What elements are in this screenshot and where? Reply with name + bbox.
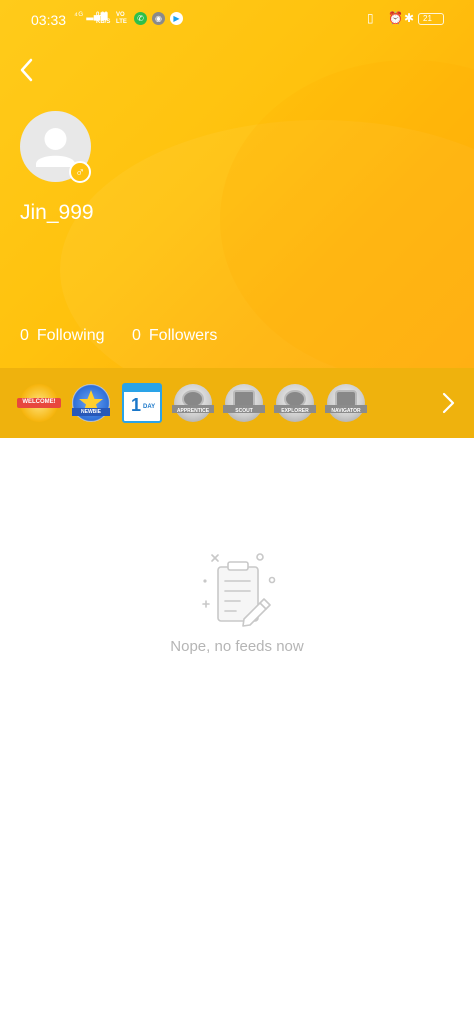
network-speed: 0.00 KB/S xyxy=(96,12,110,26)
bluetooth-icon: ✱ xyxy=(404,11,415,25)
alarm-icon: ⏰ xyxy=(388,11,403,25)
status-bar: 03:33 ⁴ᴳ ▂▄▆ 0.00 KB/S VO LTE ✆ ◉ ▶ ▯ ⏰ … xyxy=(0,0,474,38)
followers-stat[interactable]: 0 Followers xyxy=(132,327,217,345)
badge-label: NAVIGATOR xyxy=(331,408,361,414)
network-speed-value: 0.00 xyxy=(96,12,108,18)
male-gender-icon: ♂ xyxy=(69,161,91,183)
badge-label: NEWBIE xyxy=(81,409,101,415)
whatsapp-icon: ✆ xyxy=(134,12,147,25)
day-label: DAY xyxy=(143,404,156,410)
newbie-badge-icon[interactable]: NEWBIE xyxy=(72,384,110,422)
badges-bar[interactable]: WELCOME! NEWBIE 1 DAY APPRENTICE SCOUT E… xyxy=(0,368,474,438)
battery-icon: 21 xyxy=(418,13,444,25)
empty-clipboard-icon xyxy=(202,553,276,627)
chevron-right-icon[interactable] xyxy=(439,391,457,415)
profile-header xyxy=(0,0,474,368)
username: Jin_999 xyxy=(20,201,94,224)
badge-label: EXPLORER xyxy=(281,408,309,414)
empty-feed-message: Nope, no feeds now xyxy=(170,638,304,655)
app-notification-icon: ◉ xyxy=(152,12,165,25)
back-icon[interactable] xyxy=(14,56,42,84)
following-count: 0 xyxy=(20,327,29,344)
one-day-badge-icon[interactable]: 1 DAY xyxy=(122,383,162,423)
following-stat[interactable]: 0 Following xyxy=(20,327,105,345)
star-icon xyxy=(79,390,103,413)
explorer-badge-icon[interactable]: EXPLORER xyxy=(274,384,316,422)
scout-badge-icon[interactable]: SCOUT xyxy=(223,384,265,422)
navigator-badge-icon[interactable]: NAVIGATOR xyxy=(325,384,367,422)
volte-top: VO xyxy=(116,12,125,18)
welcome-badge-icon[interactable]: WELCOME! xyxy=(17,384,61,422)
apprentice-badge-icon[interactable]: APPRENTICE xyxy=(172,384,214,422)
followers-label: Followers xyxy=(148,327,218,344)
following-label: Following xyxy=(36,327,105,344)
badge-label: WELCOME! xyxy=(22,399,56,405)
followers-count: 0 xyxy=(132,327,141,344)
volte-indicator: VO LTE xyxy=(116,12,127,26)
badge-label: SCOUT xyxy=(235,408,253,414)
badge-label: APPRENTICE xyxy=(176,408,210,414)
volte-bottom: LTE xyxy=(116,19,127,25)
vibrate-icon: ▯ xyxy=(367,11,374,25)
status-time: 03:33 xyxy=(31,12,67,28)
network-speed-unit: KB/S xyxy=(96,19,111,25)
play-store-icon: ▶ xyxy=(170,12,183,25)
day-number: 1 xyxy=(131,395,142,415)
